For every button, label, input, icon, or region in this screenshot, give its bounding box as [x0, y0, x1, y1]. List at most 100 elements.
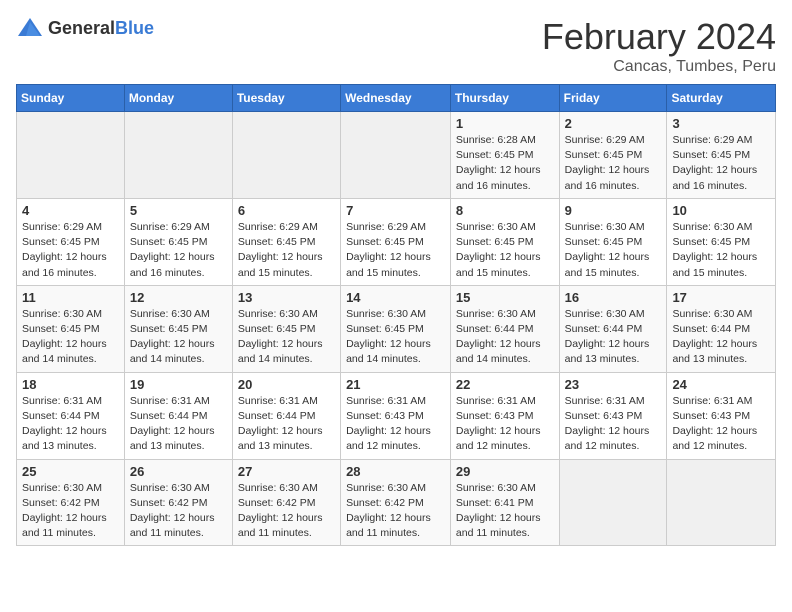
day-info: Sunrise: 6:31 AMSunset: 6:43 PMDaylight:…	[565, 394, 662, 455]
calendar-cell: 24Sunrise: 6:31 AMSunset: 6:43 PMDayligh…	[667, 372, 776, 459]
day-info: Sunrise: 6:30 AMSunset: 6:45 PMDaylight:…	[22, 307, 119, 368]
day-number: 14	[346, 290, 445, 305]
calendar-cell	[667, 459, 776, 546]
day-info: Sunrise: 6:30 AMSunset: 6:45 PMDaylight:…	[238, 307, 335, 368]
weekday-header-monday: Monday	[124, 85, 232, 112]
day-number: 28	[346, 464, 445, 479]
calendar-cell	[341, 112, 451, 199]
day-info: Sunrise: 6:30 AMSunset: 6:45 PMDaylight:…	[456, 220, 554, 281]
logo-icon	[16, 16, 44, 40]
calendar-cell: 26 Sunrise: 6:30 AMSunset: 6:42 PMDayligh…	[124, 459, 232, 546]
calendar-cell: 19 Sunrise: 6:31 AMSunset: 6:44 PMDayligh…	[124, 372, 232, 459]
calendar-cell: 7 Sunrise: 6:29 AMSunset: 6:45 PMDaylight…	[341, 198, 451, 285]
weekday-header-row: SundayMondayTuesdayWednesdayThursdayFrid…	[17, 85, 776, 112]
calendar-cell	[559, 459, 667, 546]
calendar-week-1: 1 Sunrise: 6:28 AMSunset: 6:45 PMDaylight…	[17, 112, 776, 199]
calendar-cell: 6Sunrise: 6:29 AMSunset: 6:45 PMDaylight…	[232, 198, 340, 285]
calendar-cell: 11 Sunrise: 6:30 AMSunset: 6:45 PMDayligh…	[17, 285, 125, 372]
day-number: 13	[238, 290, 335, 305]
day-number: 2	[565, 116, 662, 131]
day-info: Sunrise: 6:30 AMSunset: 6:41 PMDaylight:…	[456, 481, 554, 542]
day-number: 16	[565, 290, 662, 305]
calendar-week-3: 11 Sunrise: 6:30 AMSunset: 6:45 PMDayligh…	[17, 285, 776, 372]
weekday-header-thursday: Thursday	[450, 85, 559, 112]
weekday-header-tuesday: Tuesday	[232, 85, 340, 112]
calendar-body: 1 Sunrise: 6:28 AMSunset: 6:45 PMDaylight…	[17, 112, 776, 546]
day-number: 21	[346, 377, 445, 392]
day-number: 20	[238, 377, 335, 392]
calendar-cell: 22 Sunrise: 6:31 AMSunset: 6:43 PMDayligh…	[450, 372, 559, 459]
day-number: 24	[672, 377, 770, 392]
day-info: Sunrise: 6:28 AMSunset: 6:45 PMDaylight:…	[456, 133, 554, 194]
calendar-week-5: 25 Sunrise: 6:30 AMSunset: 6:42 PMDayligh…	[17, 459, 776, 546]
day-info: Sunrise: 6:30 AMSunset: 6:44 PMDaylight:…	[456, 307, 554, 368]
day-info: Sunrise: 6:30 AMSunset: 6:45 PMDaylight:…	[565, 220, 662, 281]
calendar-cell: 9 Sunrise: 6:30 AMSunset: 6:45 PMDaylight…	[559, 198, 667, 285]
calendar-header: SundayMondayTuesdayWednesdayThursdayFrid…	[17, 85, 776, 112]
day-number: 25	[22, 464, 119, 479]
calendar-cell: 13 Sunrise: 6:30 AMSunset: 6:45 PMDayligh…	[232, 285, 340, 372]
day-info: Sunrise: 6:31 AMSunset: 6:44 PMDaylight:…	[22, 394, 119, 455]
day-number: 7	[346, 203, 445, 218]
weekday-header-sunday: Sunday	[17, 85, 125, 112]
day-info: Sunrise: 6:29 AMSunset: 6:45 PMDaylight:…	[130, 220, 227, 281]
day-number: 10	[672, 203, 770, 218]
day-number: 22	[456, 377, 554, 392]
day-info: Sunrise: 6:30 AMSunset: 6:42 PMDaylight:…	[238, 481, 335, 542]
day-number: 27	[238, 464, 335, 479]
weekday-header-friday: Friday	[559, 85, 667, 112]
logo-text: GeneralBlue	[48, 18, 154, 39]
calendar-cell	[17, 112, 125, 199]
day-number: 8	[456, 203, 554, 218]
day-number: 9	[565, 203, 662, 218]
calendar-cell	[232, 112, 340, 199]
day-number: 17	[672, 290, 770, 305]
calendar-cell: 21 Sunrise: 6:31 AMSunset: 6:43 PMDayligh…	[341, 372, 451, 459]
day-info: Sunrise: 6:30 AMSunset: 6:42 PMDaylight:…	[346, 481, 445, 542]
day-number: 29	[456, 464, 554, 479]
day-info: Sunrise: 6:30 AMSunset: 6:45 PMDaylight:…	[130, 307, 227, 368]
day-number: 15	[456, 290, 554, 305]
day-number: 1	[456, 116, 554, 131]
day-info: Sunrise: 6:29 AMSunset: 6:45 PMDaylight:…	[22, 220, 119, 281]
day-number: 26	[130, 464, 227, 479]
day-info: Sunrise: 6:30 AMSunset: 6:44 PMDaylight:…	[672, 307, 770, 368]
calendar-cell: 1 Sunrise: 6:28 AMSunset: 6:45 PMDaylight…	[450, 112, 559, 199]
calendar-cell: 27 Sunrise: 6:30 AMSunset: 6:42 PMDayligh…	[232, 459, 340, 546]
day-number: 5	[130, 203, 227, 218]
day-number: 19	[130, 377, 227, 392]
calendar-cell: 3Sunrise: 6:29 AMSunset: 6:45 PMDaylight…	[667, 112, 776, 199]
logo-blue: Blue	[115, 18, 154, 38]
location-subtitle: Cancas, Tumbes, Peru	[542, 58, 776, 76]
calendar-cell: 2Sunrise: 6:29 AMSunset: 6:45 PMDaylight…	[559, 112, 667, 199]
calendar-cell: 14 Sunrise: 6:30 AMSunset: 6:45 PMDayligh…	[341, 285, 451, 372]
weekday-header-saturday: Saturday	[667, 85, 776, 112]
day-number: 18	[22, 377, 119, 392]
calendar-cell: 17 Sunrise: 6:30 AMSunset: 6:44 PMDayligh…	[667, 285, 776, 372]
day-number: 4	[22, 203, 119, 218]
day-info: Sunrise: 6:31 AMSunset: 6:44 PMDaylight:…	[130, 394, 227, 455]
calendar-cell: 5 Sunrise: 6:29 AMSunset: 6:45 PMDaylight…	[124, 198, 232, 285]
calendar-cell: 25Sunrise: 6:30 AMSunset: 6:42 PMDayligh…	[17, 459, 125, 546]
calendar-cell: 4 Sunrise: 6:29 AMSunset: 6:45 PMDaylight…	[17, 198, 125, 285]
logo: GeneralBlue	[16, 16, 154, 40]
day-info: Sunrise: 6:31 AMSunset: 6:43 PMDaylight:…	[346, 394, 445, 455]
calendar-table: SundayMondayTuesdayWednesdayThursdayFrid…	[16, 84, 776, 546]
calendar-cell: 23Sunrise: 6:31 AMSunset: 6:43 PMDayligh…	[559, 372, 667, 459]
month-title: February 2024	[542, 16, 776, 58]
logo-general: General	[48, 18, 115, 38]
page-header: GeneralBlue February 2024 Cancas, Tumbes…	[16, 16, 776, 76]
day-info: Sunrise: 6:30 AMSunset: 6:45 PMDaylight:…	[346, 307, 445, 368]
day-number: 6	[238, 203, 335, 218]
weekday-header-wednesday: Wednesday	[341, 85, 451, 112]
day-info: Sunrise: 6:29 AMSunset: 6:45 PMDaylight:…	[346, 220, 445, 281]
calendar-cell: 15 Sunrise: 6:30 AMSunset: 6:44 PMDayligh…	[450, 285, 559, 372]
day-info: Sunrise: 6:31 AMSunset: 6:43 PMDaylight:…	[456, 394, 554, 455]
calendar-cell: 16 Sunrise: 6:30 AMSunset: 6:44 PMDayligh…	[559, 285, 667, 372]
day-number: 11	[22, 290, 119, 305]
day-info: Sunrise: 6:30 AMSunset: 6:42 PMDaylight:…	[130, 481, 227, 542]
day-info: Sunrise: 6:29 AMSunset: 6:45 PMDaylight:…	[672, 133, 770, 194]
calendar-cell: 18 Sunrise: 6:31 AMSunset: 6:44 PMDayligh…	[17, 372, 125, 459]
title-block: February 2024 Cancas, Tumbes, Peru	[542, 16, 776, 76]
day-info: Sunrise: 6:30 AMSunset: 6:44 PMDaylight:…	[565, 307, 662, 368]
